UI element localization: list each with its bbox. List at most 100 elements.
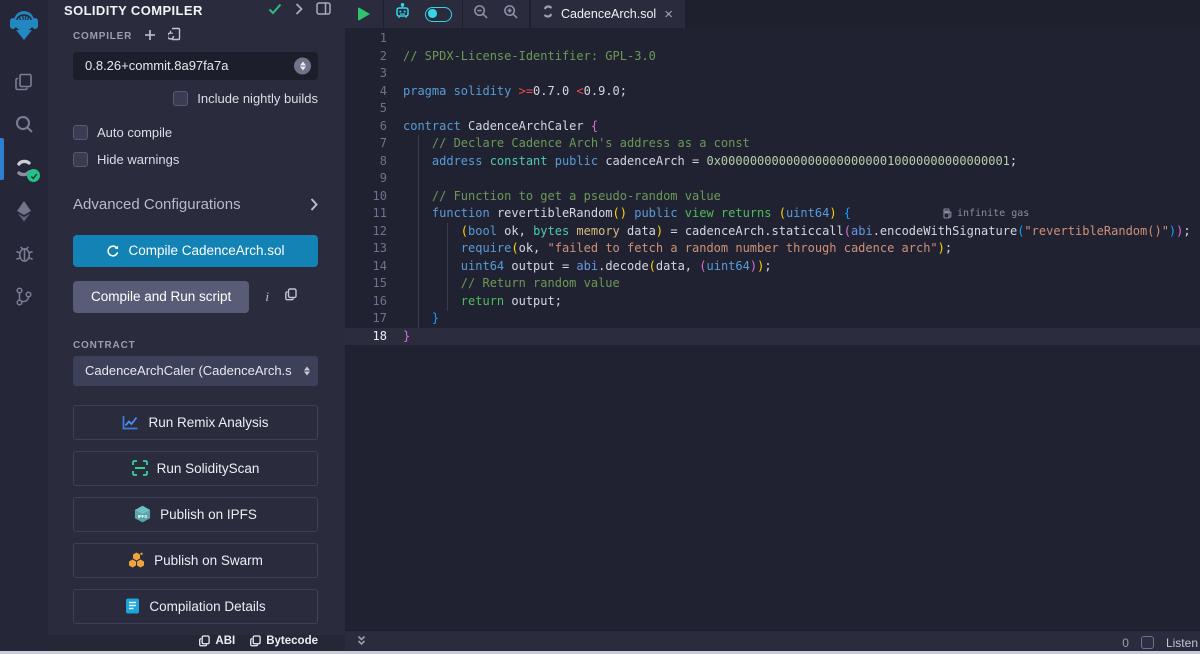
code-line[interactable]: 4pragma solidity >=0.7.0 <0.9.0; bbox=[345, 83, 1200, 101]
run-script-play-icon[interactable] bbox=[358, 7, 370, 21]
compile-button[interactable]: Compile CadenceArch.sol bbox=[73, 235, 318, 267]
line-number[interactable]: 12 bbox=[345, 223, 403, 241]
code-text: uint64 output = abi.decode(data, (uint64… bbox=[403, 258, 772, 276]
publish-on-swarm-button[interactable]: Publish on Swarm bbox=[73, 543, 318, 578]
compile-success-badge-icon bbox=[27, 169, 40, 182]
code-line[interactable]: 14 uint64 output = abi.decode(data, (uin… bbox=[345, 258, 1200, 276]
line-number[interactable]: 13 bbox=[345, 240, 403, 258]
add-compiler-icon[interactable] bbox=[144, 28, 156, 46]
code-line[interactable]: 7 // Declare Cadence Arch's address as a… bbox=[345, 135, 1200, 153]
compile-and-run-script-button[interactable]: Compile and Run script bbox=[73, 281, 249, 313]
code-line[interactable]: 2// SPDX-License-Identifier: GPL-3.0 bbox=[345, 48, 1200, 66]
remix-ide-window: SOLIDITY COMPILER COMPILER bbox=[0, 0, 1200, 654]
tab-cadencearch-sol[interactable]: CadenceArch.sol × bbox=[531, 0, 685, 28]
line-number[interactable]: 7 bbox=[345, 135, 403, 153]
panel-title: SOLIDITY COMPILER bbox=[64, 3, 258, 18]
ai-copilot-robot-icon[interactable] bbox=[394, 3, 411, 25]
code-line[interactable]: 1 bbox=[345, 30, 1200, 48]
editor-region: CadenceArch.sol × 12// SPDX-License-Iden… bbox=[345, 0, 1200, 654]
debugger-icon[interactable] bbox=[0, 232, 48, 275]
line-number[interactable]: 4 bbox=[345, 83, 403, 101]
code-line[interactable]: 6contract CadenceArchCaler { bbox=[345, 118, 1200, 136]
solidity-compiler-icon[interactable] bbox=[0, 146, 48, 189]
hide-warnings-checkbox[interactable] bbox=[73, 152, 88, 167]
line-number[interactable]: 2 bbox=[345, 48, 403, 66]
zoom-out-icon[interactable] bbox=[473, 4, 489, 25]
auto-compile-checkbox[interactable] bbox=[73, 125, 88, 140]
zoom-in-icon[interactable] bbox=[503, 4, 519, 25]
search-icon[interactable] bbox=[0, 103, 48, 146]
compiler-version-select[interactable]: 0.8.26+commit.8a97fa7a bbox=[73, 52, 318, 80]
select-arrows-icon bbox=[294, 57, 311, 74]
copy-bytecode-button[interactable]: Bytecode bbox=[250, 635, 318, 647]
ipfs-icon: IPFS bbox=[134, 505, 151, 523]
ai-copilot-toggle[interactable] bbox=[425, 7, 452, 22]
advanced-configurations-toggle[interactable]: Advanced Configurations bbox=[73, 196, 318, 213]
code-line[interactable]: 8 address constant public cadenceArch = … bbox=[345, 153, 1200, 171]
run-remix-analysis-button[interactable]: Run Remix Analysis bbox=[73, 405, 318, 440]
bytecode-label: Bytecode bbox=[266, 635, 318, 647]
file-explorer-icon[interactable] bbox=[0, 60, 48, 103]
listen-checkbox[interactable] bbox=[1141, 636, 1154, 649]
button-label: Publish on IPFS bbox=[160, 507, 257, 522]
code-line[interactable]: 17 } bbox=[345, 310, 1200, 328]
compilation-details-button[interactable]: Compilation Details bbox=[73, 589, 318, 624]
expand-terminal-chevrons-icon[interactable] bbox=[355, 634, 368, 652]
auto-compile-label: Auto compile bbox=[97, 125, 172, 140]
line-number[interactable]: 14 bbox=[345, 258, 403, 276]
copy-icon bbox=[199, 635, 210, 647]
code-text: address constant public cadenceArch = 0x… bbox=[403, 153, 1017, 171]
remix-logo-icon[interactable] bbox=[6, 6, 42, 44]
code-line[interactable]: 12 (bool ok, bytes memory data) = cadenc… bbox=[345, 223, 1200, 241]
gas-pump-icon bbox=[943, 208, 952, 219]
reload-compiler-icon[interactable] bbox=[168, 27, 182, 46]
panel-body: COMPILER 0.8.26+commit.8a97fa7a Include … bbox=[48, 22, 345, 635]
compile-button-label: Compile CadenceArch.sol bbox=[128, 243, 284, 258]
contract-select-value: CadenceArchCaler (CadenceArch.s bbox=[85, 363, 292, 378]
line-number[interactable]: 11 bbox=[345, 205, 403, 223]
code-line[interactable]: 16 return output; bbox=[345, 293, 1200, 311]
code-line[interactable]: 13 require(ok, "failed to fetch a random… bbox=[345, 240, 1200, 258]
line-number[interactable]: 5 bbox=[345, 100, 403, 118]
code-editor[interactable]: 12// SPDX-License-Identifier: GPL-3.034p… bbox=[345, 28, 1200, 630]
code-line[interactable]: 3 bbox=[345, 65, 1200, 83]
contract-select[interactable]: CadenceArchCaler (CadenceArch.s bbox=[73, 356, 318, 386]
compile-status-check-icon bbox=[268, 2, 282, 20]
copy-abi-button[interactable]: ABI bbox=[199, 635, 235, 647]
code-line[interactable]: 18} bbox=[345, 328, 1200, 346]
line-number[interactable]: 15 bbox=[345, 275, 403, 293]
collapse-panel-chevron-icon[interactable] bbox=[295, 2, 303, 20]
include-nightly-checkbox-row[interactable]: Include nightly builds bbox=[73, 91, 318, 106]
line-number[interactable]: 8 bbox=[345, 153, 403, 171]
tab-close-icon[interactable]: × bbox=[664, 7, 673, 22]
copy-icon[interactable] bbox=[285, 288, 297, 306]
line-number[interactable]: 16 bbox=[345, 293, 403, 311]
deploy-and-run-icon[interactable] bbox=[0, 189, 48, 232]
line-number[interactable]: 6 bbox=[345, 118, 403, 136]
line-number[interactable]: 9 bbox=[345, 170, 403, 188]
code-line[interactable]: 5 bbox=[345, 100, 1200, 118]
include-nightly-checkbox[interactable] bbox=[173, 91, 188, 106]
line-number[interactable]: 17 bbox=[345, 310, 403, 328]
button-label: Run SolidityScan bbox=[157, 461, 260, 476]
code-line[interactable]: 11 function revertibleRandom() public vi… bbox=[345, 205, 1200, 223]
action-buttons: Run Remix Analysis Run SolidityScan IPFS bbox=[73, 405, 318, 635]
ai-group bbox=[384, 0, 462, 28]
code-text: (bool ok, bytes memory data) = cadenceAr… bbox=[403, 223, 1191, 241]
code-text: pragma solidity >=0.7.0 <0.9.0; bbox=[403, 83, 627, 101]
publish-on-ipfs-button[interactable]: IPFS Publish on IPFS bbox=[73, 497, 318, 532]
line-number[interactable]: 10 bbox=[345, 188, 403, 206]
hide-warnings-checkbox-row[interactable]: Hide warnings bbox=[73, 152, 318, 167]
line-number[interactable]: 3 bbox=[345, 65, 403, 83]
line-number[interactable]: 18 bbox=[345, 328, 403, 346]
line-number[interactable]: 1 bbox=[345, 30, 403, 48]
auto-compile-checkbox-row[interactable]: Auto compile bbox=[73, 125, 318, 140]
document-icon bbox=[125, 598, 140, 614]
git-icon[interactable] bbox=[0, 275, 48, 318]
code-line[interactable]: 15 // Return random value bbox=[345, 275, 1200, 293]
run-solidityscan-button[interactable]: Run SolidityScan bbox=[73, 451, 318, 486]
code-line[interactable]: 9 bbox=[345, 170, 1200, 188]
code-line[interactable]: 10 // Function to get a pseudo-random va… bbox=[345, 188, 1200, 206]
info-icon[interactable]: i bbox=[265, 289, 269, 305]
pin-panel-icon[interactable] bbox=[316, 2, 331, 20]
